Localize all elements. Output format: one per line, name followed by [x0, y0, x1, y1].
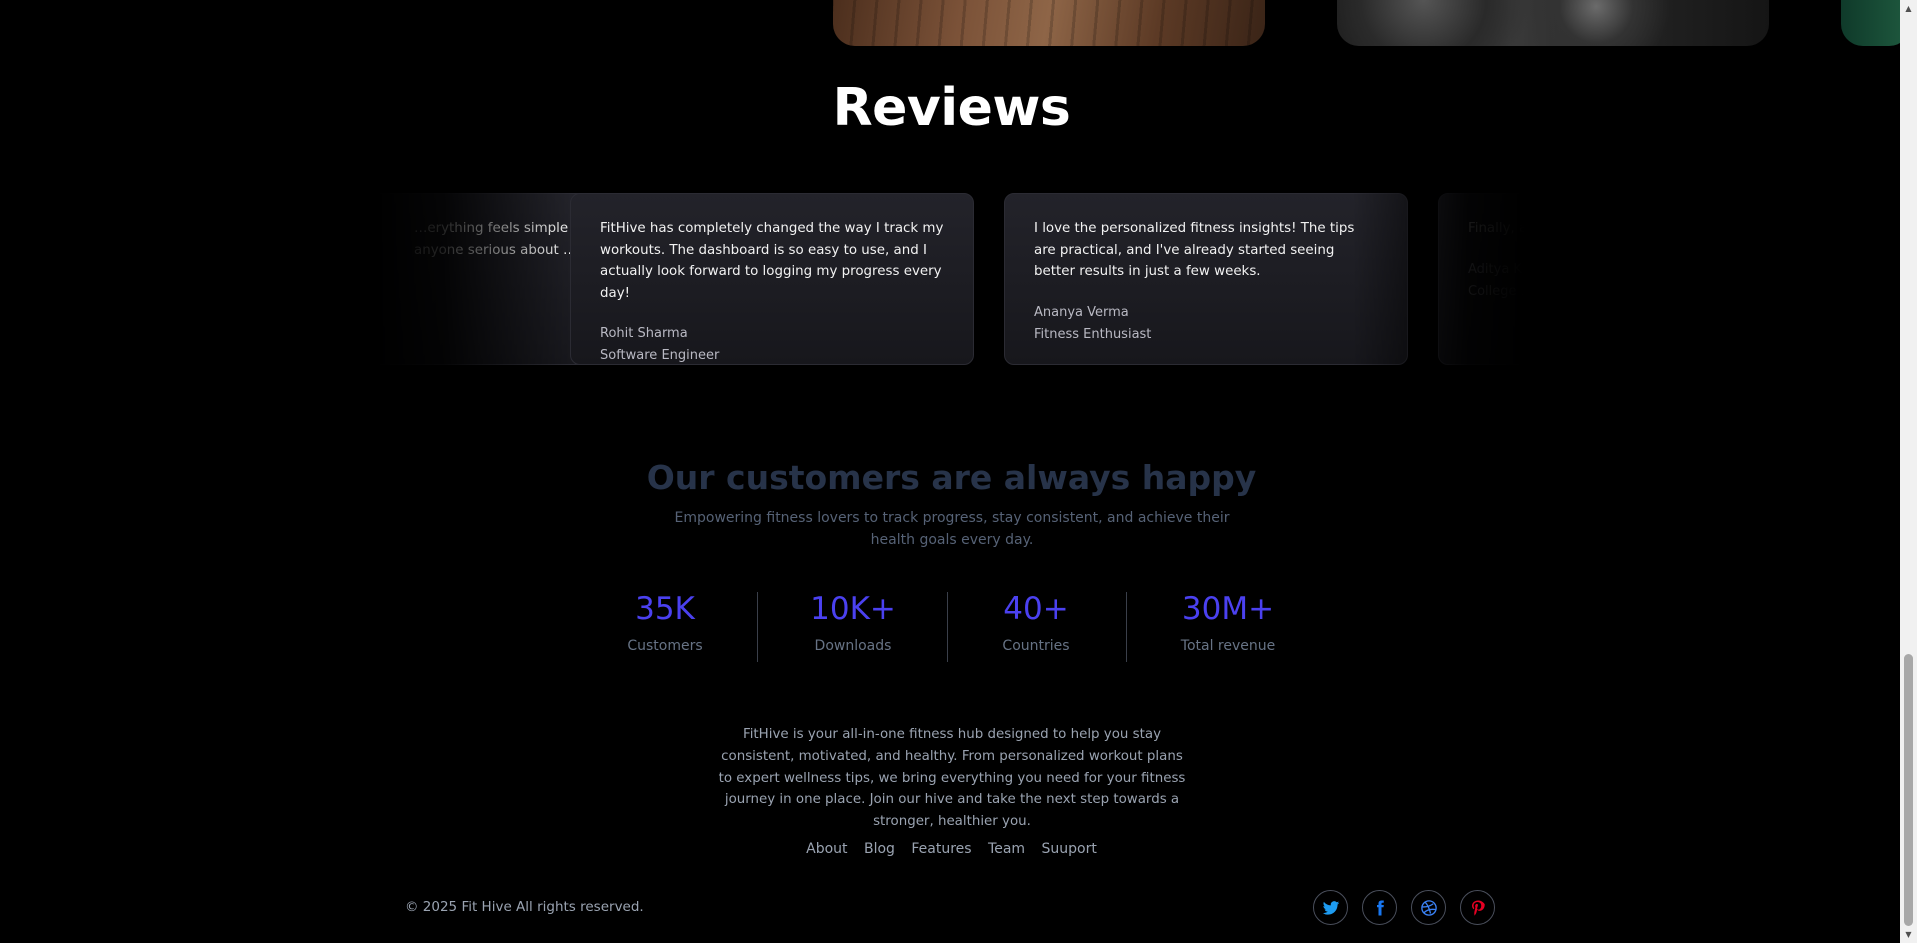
stat-value: 10K+ — [810, 591, 896, 627]
dribbble-link[interactable] — [1411, 890, 1446, 925]
footer-link-blog[interactable]: Blog — [864, 841, 895, 857]
reviewer-role: College … — [1468, 283, 1534, 299]
footer-links: About Blog Features Team Suuport — [0, 841, 1900, 857]
pinterest-icon — [1471, 900, 1485, 916]
pinterest-link[interactable] — [1460, 890, 1495, 925]
copyright: © 2025 Fit Hive All rights reserved. — [405, 899, 644, 915]
stat-label: Total revenue — [1180, 638, 1276, 654]
stats-heading: Our customers are always happy — [646, 458, 1257, 497]
vertical-scrollbar[interactable]: ▲ ▼ — [1900, 0, 1917, 943]
social-links — [1313, 890, 1495, 925]
facebook-link[interactable] — [1362, 890, 1397, 925]
review-card: …erything feels simple … anyone serious … — [212, 193, 616, 365]
review-text: …erything feels simple … anyone serious … — [414, 221, 586, 258]
stat-countries: 40+ Countries — [986, 589, 1086, 654]
workout-image-card-floor[interactable] — [833, 0, 1265, 46]
stat-label: Countries — [1002, 638, 1070, 654]
footer-about-text: FitHive is your all-in-one fitness hub d… — [718, 727, 1186, 830]
stat-value: 40+ — [1003, 591, 1069, 627]
stat-downloads: 10K+ Downloads — [793, 589, 913, 654]
review-card: Finally, an … progress t… Aditya K… Coll… — [1438, 193, 1842, 365]
reviews-title: Reviews — [832, 78, 1071, 138]
reviews-carousel[interactable]: …erything feels simple … anyone serious … — [212, 193, 1842, 368]
footer-link-team[interactable]: Team — [988, 841, 1025, 857]
reviewer-role: Software Engineer — [600, 348, 720, 363]
reviewer-name: Aditya K… — [1468, 261, 1535, 277]
review-text: I love the personalized fitness insights… — [1034, 221, 1355, 279]
review-card: I love the personalized fitness insights… — [1004, 193, 1408, 365]
review-text: Finally, an … progress t… — [1468, 221, 1639, 236]
review-card: FitHive has completely changed the way I… — [570, 193, 974, 365]
stat-revenue: 30M+ Total revenue — [1168, 589, 1288, 654]
stat-value: 35K — [635, 591, 695, 627]
stats-subtitle: Empowering fitness lovers to track progr… — [674, 510, 1230, 548]
stat-customers: 35K Customers — [610, 589, 720, 654]
stat-divider — [757, 592, 758, 662]
reviewer-name: Rohit Sharma — [600, 326, 688, 341]
stat-value: 30M+ — [1181, 591, 1275, 627]
scrollbar-thumb[interactable] — [1904, 654, 1913, 926]
footer-link-features[interactable]: Features — [911, 841, 971, 857]
footer-link-support[interactable]: Suuport — [1042, 841, 1097, 857]
stat-divider — [1126, 592, 1127, 662]
facebook-icon — [1376, 900, 1384, 915]
reviewer-name: Ananya Verma — [1034, 304, 1129, 320]
reviewer-role: Fitness Enthusiast — [1034, 326, 1152, 342]
scroll-down-arrow-icon[interactable]: ▼ — [1900, 926, 1917, 943]
workout-image-card-gym[interactable] — [1337, 0, 1769, 46]
footer-link-about[interactable]: About — [806, 841, 847, 857]
twitter-icon — [1322, 900, 1339, 915]
workout-image-card-partial[interactable] — [1841, 0, 1900, 46]
page: Reviews …erything feels simple … anyone … — [0, 0, 1900, 943]
review-text: FitHive has completely changed the way I… — [600, 221, 944, 301]
stat-label: Customers — [627, 638, 703, 654]
scroll-up-arrow-icon[interactable]: ▲ — [1900, 0, 1917, 17]
twitter-link[interactable] — [1313, 890, 1348, 925]
dribbble-icon — [1420, 899, 1437, 916]
stat-label: Downloads — [814, 638, 892, 654]
stat-divider — [947, 592, 948, 662]
